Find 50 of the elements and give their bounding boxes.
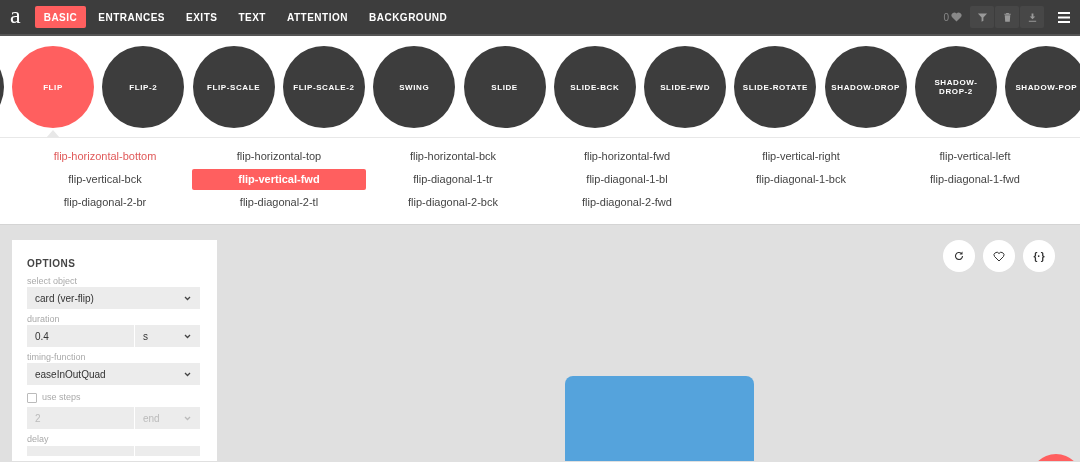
animation-link[interactable]: flip-diagonal-2-fwd (540, 192, 714, 213)
animation-link[interactable]: flip-vertical-right (714, 146, 888, 167)
heart-icon (951, 12, 962, 22)
field-label: duration (27, 313, 61, 325)
animation-link[interactable]: flip-horizontal-fwd (540, 146, 714, 167)
nav-tab[interactable]: ATTENTION (278, 6, 357, 28)
chevron-icon (184, 415, 191, 421)
field-label: select object (27, 275, 79, 287)
animation-link[interactable]: flip-diagonal-2-tl (192, 192, 366, 213)
nav-tab[interactable]: TEXT (229, 6, 275, 28)
chevron-icon (184, 333, 191, 339)
replay-icon (953, 250, 965, 262)
download-icon (1026, 11, 1038, 23)
menu-icon[interactable] (1058, 11, 1070, 23)
trash-icon (1001, 11, 1013, 23)
checkbox[interactable] (27, 393, 37, 403)
chevron-icon (184, 295, 191, 301)
animation-link[interactable]: flip-horizontal-bck (366, 146, 540, 167)
filter-icon (976, 11, 988, 23)
panel-title: OPTIONS (27, 257, 77, 271)
trash-button[interactable] (995, 6, 1019, 28)
favorites-count: 0 (943, 10, 949, 25)
nav-tab[interactable]: BACKGROUND (359, 6, 457, 28)
heart-icon (993, 250, 1005, 262)
animation-link[interactable]: flip-vertical-left (888, 146, 1062, 167)
animation-link[interactable]: flip-vertical-bck (18, 169, 192, 190)
download-button[interactable] (1020, 6, 1044, 28)
dropdown[interactable]: easeInOutQuad (27, 363, 200, 385)
nav-tab[interactable]: ENTRANCES (89, 6, 174, 28)
animation-link[interactable]: flip-diagonal-2-br (18, 192, 192, 213)
nav-tab[interactable]: EXITS (177, 6, 227, 28)
animation-link[interactable]: flip-horizontal-bottom (18, 146, 192, 167)
field-label: delay (27, 433, 50, 445)
input-field[interactable]: 0.4 (27, 325, 134, 347)
dropdown[interactable]: s (135, 325, 200, 347)
filter-button[interactable] (970, 6, 994, 28)
logo[interactable]: a (10, 3, 21, 27)
animation-link[interactable]: flip-diagonal-2-bck (366, 192, 540, 213)
animation-link[interactable]: flip-diagonal-1-tr (366, 169, 540, 190)
animation-link[interactable]: flip-diagonal-1-bl (540, 169, 714, 190)
code-button[interactable]: {·} (1023, 240, 1055, 272)
animation-link[interactable]: flip-diagonal-1-fwd (888, 169, 1062, 190)
chevron-icon (184, 371, 191, 377)
animation-link[interactable]: flip-horizontal-top (192, 146, 366, 167)
dropdown[interactable]: card (ver-flip) (27, 287, 200, 309)
animation-link[interactable]: flip-diagonal-1-bck (714, 169, 888, 190)
field-label: timing-function (27, 351, 87, 363)
checkbox-label: use steps (42, 391, 81, 405)
replay-button[interactable] (943, 240, 975, 272)
favorite-button[interactable] (983, 240, 1015, 272)
